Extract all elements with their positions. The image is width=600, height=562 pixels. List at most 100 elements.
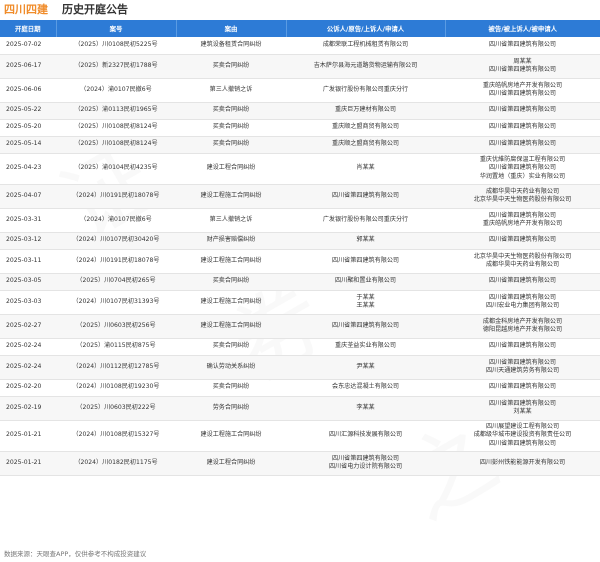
defendant-name: 四川省第四建筑有限公司 [488,140,557,148]
column-header-cause: 案由 [176,20,287,37]
table-row: 2025-02-19 （2025）川0603民初222号 劳务合同纠纷 李某某 四川省第… [0,396,600,421]
cell-case-no: （2025）川0704民初265号 [56,273,176,291]
plaintiff-name: 肖某某 [356,164,375,172]
defendant-name: 四川省第四建筑有限公司 [488,90,557,97]
cell-cause: 建设工程合同纠纷 [176,451,286,476]
cell-cause: 建筑设备租赁合同纠纷 [176,37,286,55]
cell-defendants: 四川展望建设工程有限公司 成都级华城市建设投资有限责任公司 四川省第四建筑有限公司 [445,420,600,452]
plaintiff-name: 重庆巨万建材有限公司 [335,106,396,114]
cell-date: 2025-02-27 [0,314,56,339]
defendant-name: 成都金科房地产开发有限公司 [482,317,563,325]
cell-plaintiffs: 会东忠达混凝土有限公司 [286,379,445,397]
cell-plaintiffs: 四川聚和置业有限公司 [286,273,445,291]
table-row: 2025-07-02 （2025）川0108民初5225号 建筑设备租赁合同纠纷 成都… [0,37,600,55]
plaintiff-name: 四川汇源科技发展有限公司 [328,431,403,439]
defendant-name: 四川省第四建筑有限公司 [488,236,557,244]
table-row: 2025-06-17 （2025）新2327民初1788号 买卖合同纠纷 吉木萨尔县海… [0,54,600,79]
plaintiff-name: 四川省电力设计院有限公司 [328,463,403,470]
plaintiff-name: 王某某 [356,302,375,309]
cell-case-no: （2024）川0107民初30420号 [56,232,176,250]
cell-case-no: （2025）川0108民初8124号 [56,136,176,154]
table-row: 2025-03-11 （2024）川0191民初18078号 建设工程施工合同纠纷 四… [0,249,600,274]
title-bar: 四川四建 历史开庭公告 [0,0,600,18]
cell-date: 2025-03-03 [0,290,56,315]
cell-date: 2025-02-24 [0,355,56,380]
cell-cause: 买卖合同纠纷 [176,102,286,120]
cell-case-no: （2024）川0107民初31393号 [56,290,176,315]
cell-date: 2025-05-20 [0,119,56,137]
cell-date: 2025-03-05 [0,273,56,291]
cell-case-no: （2025）渝0113民初1965号 [56,102,176,120]
table-row: 2025-01-21 （2024）川0108民初15327号 建设工程施工合同纠纷四… [0,420,600,452]
defendant-name: 四川省第四建筑有限公司 [488,211,557,219]
cell-case-no: （2024）渝0107民撤6号 [56,208,176,233]
cell-cause: 买卖合同纠纷 [176,136,286,154]
cell-plaintiffs: 成都荣联工程机械租赁有限公司 [286,37,445,55]
cell-case-no: （2025）渝0104民初4235号 [56,153,176,185]
table-row: 2025-01-21 （2024）川0182民初1175号 建设工程合同纠纷 四川省第… [0,451,600,476]
cell-date: 2025-02-24 [0,338,56,356]
cell-defendants: 四川省第四建筑有限公司 重庆皓帆房地产开发有限公司 [445,208,600,233]
cell-date: 2025-03-31 [0,208,56,233]
defendant-name: 四川省第四建筑有限公司 [488,358,557,366]
cell-cause: 买卖合同纠纷 [176,338,286,356]
cell-plaintiffs: 尹某某 [286,355,445,380]
table-row: 2025-03-31 （2024）渝0107民撤6号 第三人撤销之诉 广发银行股份有限… [0,208,600,233]
cell-defendants: 四川省第四建筑有限公司 [445,338,600,356]
plaintiff-name: 广发银行股份有限公司重庆分行 [322,215,409,223]
defendant-name: 北京华昊中天生物医药股份有限公司 [473,196,572,203]
cell-defendants: 重庆优維防腐保温工程有限公司 四川省第四建筑有限公司 华润置地（重庆）实业有限公司 [445,153,600,185]
cell-case-no: （2024）渝0107民撤6号 [56,78,176,103]
defendant-name: 成都华昊中天药业有限公司 [485,187,560,195]
footer-source: 数据来源：天眼查APP，仅供参考不构成投资建议 [4,550,147,558]
cell-plaintiffs: 重庆巨万建材有限公司 [286,102,445,120]
defendant-name: 四川省第四建筑有限公司 [488,383,557,391]
cell-case-no: （2025）川0603民初256号 [56,314,176,339]
cell-defendants: 四川省第四建筑有限公司 四川天通建筑劳务有限公司 [445,355,600,380]
cell-date: 2025-01-21 [0,451,56,476]
plaintiff-name: 四川省第四建筑有限公司 [331,321,400,329]
cell-defendants: 四川省第四建筑有限公司 [445,136,600,154]
cell-cause: 买卖合同纠纷 [176,379,286,397]
plaintiff-name: 四川省第四建筑有限公司 [331,454,400,462]
cell-cause: 建设工程施工合同纠纷 [176,290,286,315]
defendant-name: 四川省第四建筑有限公司 [488,106,557,114]
cell-plaintiffs: 广发银行股份有限公司重庆分行 [286,208,445,233]
plaintiff-name: 李某某 [356,403,375,411]
plaintiff-name: 四川省第四建筑有限公司 [331,191,400,199]
cell-cause: 建设工程施工合同纠纷 [176,249,286,274]
cell-plaintiffs: 于某某 王某某 [286,290,445,315]
table-body: 2025-07-02 （2025）川0108民初5225号 建筑设备租赁合同纠纷 成都… [0,37,600,476]
cell-plaintiffs: 李某某 [286,396,445,421]
cell-case-no: （2024）川0182民初1175号 [56,451,176,476]
cell-defendants: 北京华昊中天生物医药股份有限公司 成都华昊中天药业有限公司 [445,249,600,274]
cell-cause: 买卖合同纠纷 [176,54,286,79]
cell-cause: 第三人撤销之诉 [176,208,286,233]
column-header-plaintiffs: 公诉人/原告/上诉人/申请人 [286,20,446,37]
plaintiff-name: 广发银行股份有限公司重庆分行 [322,85,409,93]
defendant-name: 四川省第四建筑有限公司 [488,66,557,73]
table-row: 2025-03-12 （2024）川0107民初30420号 财产损害赔偿纠纷 郭某某… [0,232,600,250]
table-row: 2025-02-27 （2025）川0603民初256号 建设工程施工合同纠纷 四川省… [0,314,600,339]
defendant-name: 北京华昊中天生物医药股份有限公司 [473,252,572,260]
cell-date: 2025-06-06 [0,78,56,103]
cell-date: 2025-03-11 [0,249,56,274]
table-row: 2025-04-07 （2024）川0191民初18078号 建设工程施工合同纠纷 四… [0,184,600,209]
cell-defendants: 四川省第四建筑有限公司 [445,37,600,55]
cell-date: 2025-04-07 [0,184,56,209]
plaintiff-name: 会东忠达混凝土有限公司 [331,383,400,391]
cell-defendants: 重庆皓帆房地产开发有限公司 四川省第四建筑有限公司 [445,78,600,103]
defendant-name: 四川省第四建筑有限公司 [488,439,557,447]
cell-defendants: 四川省第四建筑有限公司 [445,273,600,291]
cell-plaintiffs: 重庆顺之盟商贸有限公司 [286,119,445,137]
court-announcement-table: 开庭日期 案号 案由 公诉人/原告/上诉人/申请人 被告/被上诉人/被申请人 2… [0,20,600,476]
plaintiff-name: 重庆顺之盟商贸有限公司 [331,140,400,148]
cell-case-no: （2025）川0108民初5225号 [56,37,176,55]
defendant-name: 德阳昆越房地产开发有限公司 [482,326,563,333]
column-header-case-no: 案号 [56,20,177,37]
cell-cause: 确认劳动关系纠纷 [176,355,286,380]
cell-date: 2025-05-14 [0,136,56,154]
plaintiff-name: 吉木萨尔县海元道路货物运输有限公司 [313,61,418,69]
table-row: 2025-05-20 （2025）川0108民初8124号 买卖合同纠纷 重庆顺之盟商… [0,119,600,137]
cell-plaintiffs: 四川省第四建筑有限公司 四川省电力设计院有限公司 [286,451,445,476]
